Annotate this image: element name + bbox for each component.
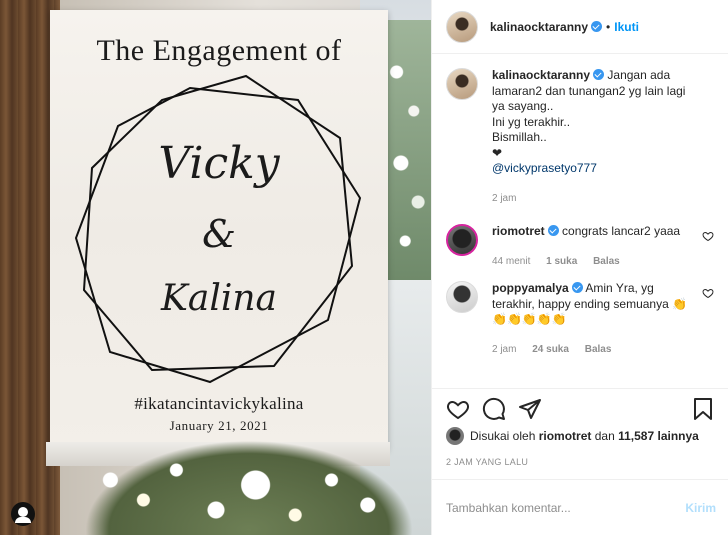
like-comment-heart-icon[interactable] (702, 230, 714, 242)
commenter-avatar[interactable] (446, 224, 478, 256)
caption-text-line3: Bismillah.. (492, 130, 547, 144)
post-timestamp[interactable]: 2 JAM YANG LALU (446, 457, 714, 467)
comment-text: congrats lancar2 yaaa (562, 224, 681, 238)
follow-button[interactable]: Ikuti (614, 20, 639, 34)
likes-middle: dan (594, 429, 615, 443)
heart-emoji: ❤ (492, 145, 503, 160)
comment-like-count[interactable]: 24 suka (532, 344, 569, 355)
tagged-user-icon[interactable] (11, 502, 35, 526)
author-avatar[interactable] (446, 10, 478, 43)
like-heart-icon[interactable] (446, 397, 470, 421)
post-actions: Disukai oleh riomotret dan 11,587 lainny… (432, 388, 728, 479)
comment-item: riomotret congrats lancar2 yaaa 44 menit… (446, 224, 714, 269)
caption: kalinaocktaranny Jangan ada lamaran2 dan… (446, 68, 714, 206)
verified-badge-icon (593, 69, 605, 80)
separator-dot: • (606, 19, 611, 34)
sign-name-kalina: Kalina (160, 278, 278, 319)
comment-time[interactable]: 44 menit (492, 256, 530, 267)
instagram-post: The Engagement of Vicky & Kalina #ikatan… (0, 0, 728, 535)
commenter-username[interactable]: poppyamalya (492, 281, 569, 295)
verified-badge-icon (547, 225, 559, 236)
caption-meta: 2 jam (492, 191, 694, 207)
caption-username[interactable]: kalinaocktaranny (492, 68, 590, 82)
save-bookmark-icon[interactable] (692, 397, 714, 421)
comment-reply-button[interactable]: Balas (585, 344, 612, 355)
comment-bubble-icon[interactable] (482, 397, 506, 421)
caption-time[interactable]: 2 jam (492, 193, 516, 204)
verified-badge-icon (591, 21, 603, 32)
action-icons-row (446, 395, 714, 423)
engagement-sign: The Engagement of Vicky & Kalina #ikatan… (50, 10, 388, 450)
author-username[interactable]: kalinaocktaranny (490, 20, 588, 34)
flower-decoration-bottom (84, 440, 414, 535)
caption-text-line2: Ini yg terakhir.. (492, 114, 571, 129)
sign-name-vicky: Vicky (158, 138, 280, 189)
caption-avatar[interactable] (446, 68, 478, 100)
sign-ampersand: & (202, 212, 236, 256)
likes-prefix: Disukai oleh (470, 429, 536, 443)
post-side-panel: kalinaocktaranny • Ikuti kalinaocktarann… (431, 0, 728, 535)
share-paper-plane-icon[interactable] (518, 397, 542, 421)
likes-summary: Disukai oleh riomotret dan 11,587 lainny… (446, 427, 714, 445)
comment-item: poppyamalya Amin Yra, yg terakhir, happy… (446, 281, 714, 357)
comment-meta: 44 menit 1 suka Balas (492, 254, 694, 270)
post-photo[interactable]: The Engagement of Vicky & Kalina #ikatan… (0, 0, 431, 535)
comment-time[interactable]: 2 jam (492, 344, 516, 355)
post-header: kalinaocktaranny • Ikuti (432, 0, 728, 54)
sign-date: January 21, 2021 (169, 418, 269, 433)
comment-like-count[interactable]: 1 suka (546, 256, 577, 267)
comment-reply-button[interactable]: Balas (593, 256, 620, 267)
post-comment-button[interactable]: Kirim (685, 501, 716, 515)
commenter-username[interactable]: riomotret (492, 224, 545, 238)
sign-hashtag: #ikatancintavickykalina (134, 394, 304, 413)
flower-decoration-right (388, 20, 431, 280)
likes-count[interactable]: 11,587 lainnya (618, 429, 699, 443)
liker-avatar[interactable] (446, 427, 464, 445)
comments-list[interactable]: kalinaocktaranny Jangan ada lamaran2 dan… (432, 54, 728, 388)
comment-meta: 2 jam 24 suka Balas (492, 342, 694, 358)
add-comment-input[interactable] (446, 500, 686, 515)
like-comment-heart-icon[interactable] (702, 287, 714, 299)
caption-mention-link[interactable]: @vickyprasetyo777 (492, 161, 597, 175)
add-comment-bar: Kirim (432, 479, 728, 535)
sign-title: The Engagement of (96, 34, 342, 67)
commenter-avatar[interactable] (446, 281, 478, 313)
liker-username[interactable]: riomotret (539, 429, 592, 443)
verified-badge-icon (571, 282, 583, 293)
